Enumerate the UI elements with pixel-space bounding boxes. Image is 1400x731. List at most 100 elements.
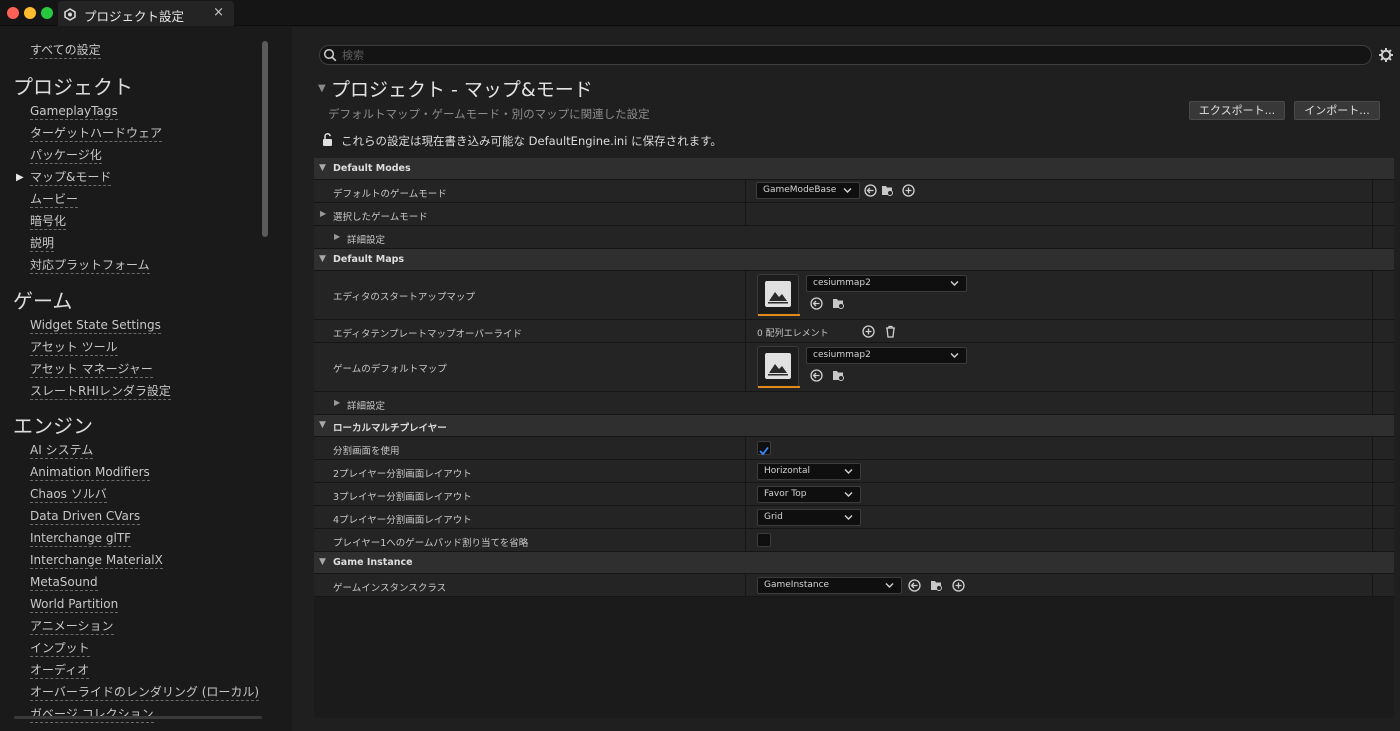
page-subtitle: デフォルトマップ・ゲームモード・別のマップに関連した設定 — [328, 107, 650, 121]
sidebar-item-gameplaytags[interactable]: GameplayTags — [30, 104, 118, 120]
skip-gamepad-checkbox[interactable] — [757, 533, 771, 547]
property-label: エディタテンプレートマップオーバーライド — [333, 329, 522, 340]
sidebar-item-movies[interactable]: ムービー — [30, 192, 79, 208]
property-label: エディタのスタートアップマップ — [333, 292, 475, 303]
sidebar-item-input[interactable]: インプット — [30, 641, 90, 657]
sidebar-item-slate-rhi[interactable]: スレートRHIレンダラ設定 — [30, 384, 171, 400]
collapse-caret-icon[interactable]: ▼ — [319, 163, 326, 173]
sidebar-item-rendering-override[interactable]: オーバーライドのレンダリング (ローカル) — [30, 685, 260, 701]
game-mode-dropdown[interactable]: GameModeBase — [756, 182, 860, 199]
sidebar-item-animation[interactable]: アニメーション — [30, 619, 114, 635]
sidebar-scrollbar[interactable] — [262, 41, 268, 237]
sidebar-item-animation-modifiers[interactable]: Animation Modifiers — [30, 465, 150, 481]
sidebar-item-world-partition[interactable]: World Partition — [30, 597, 119, 613]
category-game-instance[interactable]: ▼ Game Instance — [314, 552, 1394, 574]
expand-caret-icon[interactable]: ▶ — [334, 232, 340, 241]
category-local-multiplayer[interactable]: ▼ ローカルマルチプレイヤー — [314, 415, 1394, 437]
property-row-three-player-layout: 3プレイヤー分割画面レイアウト Favor Top — [314, 483, 1394, 506]
sidebar-item-encryption[interactable]: 暗号化 — [30, 214, 67, 230]
sidebar-item-audio[interactable]: オーディオ — [30, 663, 90, 679]
sidebar-item-maps-modes[interactable]: マップ&モード — [30, 170, 112, 186]
add-element-icon[interactable] — [862, 325, 875, 338]
chevron-down-icon — [844, 492, 853, 497]
collapse-caret-icon[interactable]: ▼ — [319, 557, 326, 567]
sidebar-item-description[interactable]: 説明 — [30, 236, 55, 252]
sidebar-category-game: ゲーム — [13, 289, 73, 313]
game-instance-class-dropdown[interactable]: GameInstance — [757, 577, 902, 594]
minimize-window-button[interactable] — [24, 7, 36, 19]
search-box[interactable] — [319, 45, 1372, 65]
title-bar: プロジェクト設定 × — [0, 0, 1400, 26]
maximize-window-button[interactable] — [41, 7, 53, 19]
sidebar-item-garbage-collection[interactable]: ガベージ コレクション — [30, 707, 154, 723]
map-thumbnail[interactable] — [757, 274, 800, 316]
gear-icon[interactable] — [1378, 47, 1394, 63]
three-player-layout-dropdown[interactable]: Favor Top — [757, 486, 861, 503]
browse-folder-icon[interactable] — [881, 184, 894, 197]
use-selected-arrow-icon[interactable] — [810, 297, 823, 310]
expand-caret-icon[interactable]: ▶ — [334, 398, 340, 407]
export-button[interactable]: エクスポート... — [1189, 101, 1285, 120]
sidebar-item-asset-manager[interactable]: アセット マネージャー — [30, 362, 153, 378]
selected-arrow-icon: ▶ — [16, 172, 24, 183]
use-selected-arrow-icon[interactable] — [810, 369, 823, 382]
sidebar-horizontal-scrollbar[interactable] — [14, 716, 262, 719]
property-row-use-split-screen: 分割画面を使用 — [314, 437, 1394, 460]
sidebar-item-interchange-gltf[interactable]: Interchange glTF — [30, 531, 132, 547]
browse-folder-icon[interactable] — [832, 297, 845, 310]
property-row-skip-gamepad: プレイヤー1へのゲームパッド割り当てを省略 — [314, 529, 1394, 552]
search-icon — [323, 48, 337, 62]
sidebar-item-interchange-materialx[interactable]: Interchange MaterialX — [30, 553, 163, 569]
map-icon — [768, 364, 788, 376]
tab-title: プロジェクト設定 — [84, 9, 185, 24]
array-count: 0 配列エレメント — [757, 329, 829, 339]
trash-icon[interactable] — [884, 325, 897, 338]
sidebar-item-asset-tools[interactable]: アセット ツール — [30, 340, 118, 356]
chevron-down-icon — [844, 469, 853, 474]
sidebar-item-metasound[interactable]: MetaSound — [30, 575, 98, 591]
browse-folder-icon[interactable] — [832, 369, 845, 382]
use-split-screen-checkbox[interactable] — [757, 441, 771, 456]
browse-folder-icon[interactable] — [930, 579, 943, 592]
tab-project-settings[interactable]: プロジェクト設定 × — [58, 1, 234, 26]
collapse-caret-icon[interactable]: ▼ — [319, 420, 326, 430]
editor-startup-map-dropdown[interactable]: cesiummap2 — [806, 275, 967, 292]
category-default-modes[interactable]: ▼ Default Modes — [314, 158, 1394, 180]
sidebar-item-chaos-solver[interactable]: Chaos ソルバ — [30, 487, 107, 503]
four-player-layout-dropdown[interactable]: Grid — [757, 509, 861, 526]
add-icon[interactable] — [902, 184, 915, 197]
import-button[interactable]: インポート... — [1294, 101, 1380, 120]
category-default-maps[interactable]: ▼ Default Maps — [314, 249, 1394, 271]
property-label: プレイヤー1へのゲームパッド割り当てを省略 — [333, 538, 529, 549]
tab-close-icon[interactable]: × — [213, 5, 224, 20]
property-row-advanced[interactable]: ▶ 詳細設定 — [314, 226, 1394, 249]
add-icon[interactable] — [952, 579, 965, 592]
sidebar-item-target-hardware[interactable]: ターゲットハードウェア — [30, 126, 163, 142]
collapse-caret-icon[interactable]: ▼ — [319, 254, 326, 264]
property-row-maps-advanced[interactable]: ▶ 詳細設定 — [314, 392, 1394, 415]
close-window-button[interactable] — [7, 7, 19, 19]
property-label: 詳細設定 — [347, 235, 386, 246]
property-row-selected-game-mode[interactable]: ▶ 選択したゲームモード — [314, 203, 1394, 226]
chevron-down-icon — [885, 583, 894, 588]
use-selected-arrow-icon[interactable] — [864, 184, 877, 197]
page-title: プロジェクト - マップ&モード — [331, 79, 593, 101]
sidebar-item-data-driven-cvars[interactable]: Data Driven CVars — [30, 509, 141, 525]
sidebar-item-ai-system[interactable]: AI システム — [30, 443, 94, 459]
chevron-down-icon — [844, 515, 853, 520]
settings-sidebar: すべての設定 プロジェクト GameplayTags ターゲットハードウェア パ… — [0, 27, 292, 731]
settings-main-panel: ▼ プロジェクト - マップ&モード デフォルトマップ・ゲームモード・別のマップ… — [292, 27, 1400, 731]
save-location-note: これらの設定は現在書き込み可能な DefaultEngine.ini に保存され… — [341, 134, 722, 148]
sidebar-all-settings[interactable]: すべての設定 — [30, 43, 101, 59]
search-input[interactable] — [342, 47, 1362, 63]
sidebar-item-packaging[interactable]: パッケージ化 — [30, 148, 102, 164]
property-label: ゲームのデフォルトマップ — [333, 364, 447, 375]
sidebar-item-widget-state[interactable]: Widget State Settings — [30, 318, 161, 334]
collapse-caret-icon[interactable]: ▼ — [318, 83, 326, 94]
sidebar-item-supported-platforms[interactable]: 対応プラットフォーム — [30, 258, 150, 274]
two-player-layout-dropdown[interactable]: Horizontal — [757, 463, 861, 480]
expand-caret-icon[interactable]: ▶ — [320, 209, 326, 218]
use-selected-arrow-icon[interactable] — [908, 579, 921, 592]
map-thumbnail[interactable] — [757, 346, 800, 388]
game-default-map-dropdown[interactable]: cesiummap2 — [806, 347, 967, 364]
